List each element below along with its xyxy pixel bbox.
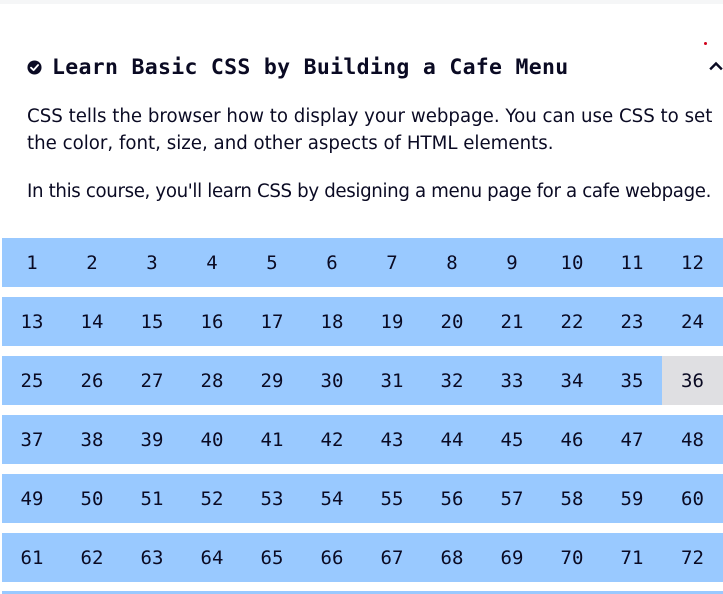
step-button[interactable]: 4 [182,238,242,287]
step-button[interactable]: 55 [362,474,422,523]
step-button[interactable]: 13 [2,297,62,346]
step-button[interactable]: 70 [542,533,602,582]
step-button[interactable]: 54 [302,474,362,523]
step-button[interactable]: 26 [62,356,122,405]
step-button[interactable]: 21 [482,297,542,346]
step-button[interactable]: 2 [62,238,122,287]
step-button[interactable]: 35 [602,356,662,405]
step-button[interactable]: 53 [242,474,302,523]
course-description: CSS tells the browser how to display you… [27,106,713,154]
step-button[interactable]: 37 [2,415,62,464]
step-button[interactable]: 34 [542,356,602,405]
step-button[interactable]: 71 [602,533,662,582]
step-button[interactable]: 58 [542,474,602,523]
step-grid: 1 2 3 4 5 6 7 8 9 10 11 12 13 14 15 16 17 18 19 20 21 22 23 24 2… [2,238,723,592]
step-button[interactable]: 68 [422,533,482,582]
step-button[interactable]: 24 [662,297,723,346]
step-button[interactable]: 67 [362,533,422,582]
course-header[interactable]: Learn Basic CSS by Building a Cafe Menu [27,53,569,81]
step-button[interactable]: 62 [62,533,122,582]
step-button[interactable]: 5 [242,238,302,287]
step-button[interactable]: 66 [302,533,362,582]
notification-dot [704,42,707,45]
step-button[interactable]: 32 [422,356,482,405]
step-button[interactable]: 31 [362,356,422,405]
step-button[interactable]: 10 [542,238,602,287]
step-button[interactable]: 7 [362,238,422,287]
step-button-current[interactable]: 36 [662,356,723,405]
step-button[interactable]: 17 [242,297,302,346]
step-button[interactable]: 65 [242,533,302,582]
step-button[interactable]: 27 [122,356,182,405]
step-button[interactable]: 45 [482,415,542,464]
step-button[interactable]: 61 [2,533,62,582]
step-button[interactable]: 3 [122,238,182,287]
step-button[interactable]: 28 [182,356,242,405]
step-button[interactable]: 52 [182,474,242,523]
step-button[interactable]: 69 [482,533,542,582]
step-row: 13 14 15 16 17 18 19 20 21 22 23 24 [2,297,723,346]
step-button[interactable]: 57 [482,474,542,523]
step-button[interactable]: 11 [602,238,662,287]
step-button[interactable]: 12 [662,238,723,287]
step-button[interactable]: 47 [602,415,662,464]
check-circle-icon [27,59,42,75]
course-title: Learn Basic CSS by Building a Cafe Menu [52,54,569,80]
step-button[interactable]: 41 [242,415,302,464]
step-button[interactable]: 25 [2,356,62,405]
step-button[interactable]: 6 [302,238,362,287]
top-strip [0,0,723,4]
step-button[interactable]: 33 [482,356,542,405]
step-button[interactable]: 40 [182,415,242,464]
course-description-secondary: In this course, you'll learn CSS by desi… [27,181,712,202]
step-button[interactable]: 16 [182,297,242,346]
step-row: 1 2 3 4 5 6 7 8 9 10 11 12 [2,238,723,287]
step-button[interactable]: 42 [302,415,362,464]
step-button[interactable]: 20 [422,297,482,346]
step-button[interactable]: 48 [662,415,723,464]
step-button[interactable]: 50 [62,474,122,523]
step-button[interactable]: 72 [662,533,723,582]
step-button[interactable]: 46 [542,415,602,464]
step-button[interactable]: 1 [2,238,62,287]
step-button[interactable]: 64 [182,533,242,582]
step-button[interactable]: 44 [422,415,482,464]
step-button[interactable]: 22 [542,297,602,346]
step-button[interactable]: 51 [122,474,182,523]
step-button[interactable]: 63 [122,533,182,582]
step-button[interactable]: 39 [122,415,182,464]
step-row: 37 38 39 40 41 42 43 44 45 46 47 48 [2,415,723,464]
step-button[interactable]: 18 [302,297,362,346]
step-row: 25 26 27 28 29 30 31 32 33 34 35 36 [2,356,723,405]
step-button[interactable]: 19 [362,297,422,346]
step-row: 49 50 51 52 53 54 55 56 57 58 59 60 [2,474,723,523]
step-button[interactable]: 15 [122,297,182,346]
step-button[interactable]: 43 [362,415,422,464]
chevron-up-icon[interactable] [709,59,723,73]
step-button[interactable]: 30 [302,356,362,405]
step-row: 61 62 63 64 65 66 67 68 69 70 71 72 [2,533,723,582]
step-button[interactable]: 56 [422,474,482,523]
step-button[interactable]: 8 [422,238,482,287]
step-button[interactable]: 60 [662,474,723,523]
step-button[interactable]: 29 [242,356,302,405]
step-button[interactable]: 9 [482,238,542,287]
step-button[interactable]: 14 [62,297,122,346]
step-button[interactable]: 49 [2,474,62,523]
step-button[interactable]: 38 [62,415,122,464]
step-button[interactable]: 23 [602,297,662,346]
step-button[interactable]: 59 [602,474,662,523]
